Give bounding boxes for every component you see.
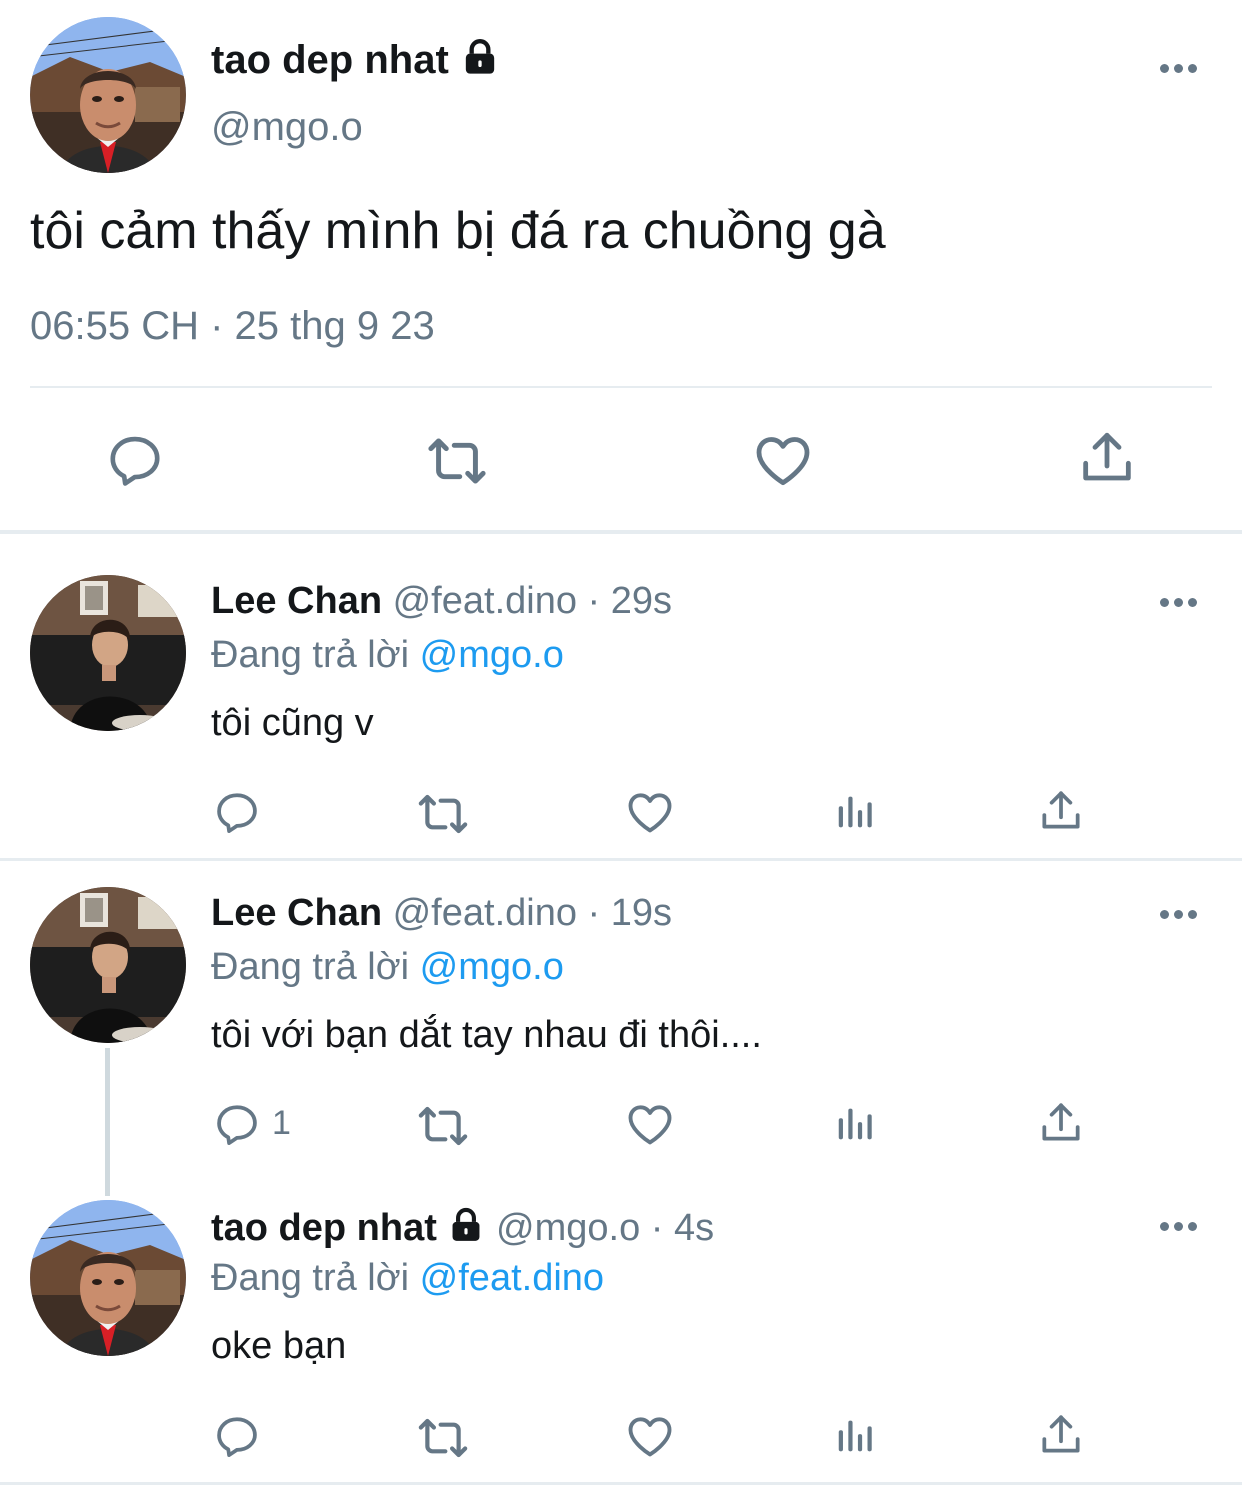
share-button[interactable] <box>1075 426 1139 490</box>
replying-to-line: Đang trả lời @mgo.o <box>211 944 564 990</box>
replying-to-line: Đang trả lời @mgo.o <box>211 632 564 678</box>
reply-icon <box>212 1412 262 1462</box>
retweet-icon <box>424 428 490 494</box>
replying-label: Đang trả lời <box>211 1257 410 1299</box>
reply-header: Lee Chan @feat.dino · 29s <box>211 578 672 624</box>
author-handle[interactable]: @mgo.o <box>496 1207 640 1249</box>
like-icon <box>624 786 676 838</box>
views-button[interactable] <box>833 788 879 836</box>
like-button[interactable] <box>624 786 676 838</box>
author-name[interactable]: Lee Chan <box>211 580 382 622</box>
like-button[interactable] <box>624 1098 676 1150</box>
tweet-text: tôi cảm thấy mình bị đá ra chuồng gà <box>30 202 886 260</box>
divider <box>0 1482 1242 1485</box>
reply-text: oke bạn <box>211 1325 347 1367</box>
like-button[interactable] <box>751 428 815 492</box>
reply-text: tôi với bạn dắt tay nhau đi thôi.... <box>211 1014 762 1056</box>
reply-button[interactable] <box>212 1100 262 1150</box>
more-options-icon[interactable] <box>1160 596 1200 608</box>
author-handle[interactable]: @feat.dino <box>393 580 577 622</box>
thread-line <box>105 1048 110 1196</box>
reply-header: Lee Chan @feat.dino · 19s <box>211 890 672 936</box>
reply-time: · 19s <box>587 892 673 934</box>
stats-icon <box>833 1100 879 1148</box>
avatar[interactable] <box>30 887 186 1043</box>
lee-chan-avatar <box>30 575 186 731</box>
avatar[interactable] <box>30 575 186 731</box>
share-button[interactable] <box>1036 1098 1086 1148</box>
like-icon <box>624 1098 676 1150</box>
retweet-button[interactable] <box>415 1410 471 1466</box>
stats-icon <box>833 788 879 836</box>
avatar[interactable] <box>30 1200 186 1356</box>
views-button[interactable] <box>833 1412 879 1460</box>
tweet-timestamp: 06:55 CH · 25 thg 9 23 <box>30 304 435 348</box>
reply-icon <box>212 788 262 838</box>
author-name[interactable]: tao dep nhat <box>211 38 449 82</box>
replying-label: Đang trả lời <box>211 946 410 988</box>
reply-count: 1 <box>272 1104 291 1142</box>
reply-button[interactable] <box>212 788 262 838</box>
views-button[interactable] <box>833 1100 879 1148</box>
reply-button[interactable] <box>104 430 166 492</box>
reply-icon <box>212 1100 262 1150</box>
divider <box>0 858 1242 861</box>
mr-bean-avatar <box>30 17 186 173</box>
share-button[interactable] <box>1036 1410 1086 1460</box>
like-icon <box>624 1410 676 1462</box>
retweet-icon <box>415 1410 471 1466</box>
retweet-button[interactable] <box>424 428 490 494</box>
share-icon <box>1036 786 1086 836</box>
share-button[interactable] <box>1036 786 1086 836</box>
divider <box>0 530 1242 534</box>
stats-icon <box>833 1412 879 1460</box>
reply-header: tao dep nhat @mgo.o · 4s <box>211 1205 714 1251</box>
replying-to-link[interactable]: @mgo.o <box>420 946 564 988</box>
replying-label: Đang trả lời <box>211 634 410 676</box>
replying-to-line: Đang trả lời @feat.dino <box>211 1255 604 1301</box>
retweet-icon <box>415 1098 471 1154</box>
author-line: tao dep nhat <box>211 36 500 84</box>
share-icon <box>1036 1410 1086 1460</box>
share-icon <box>1036 1098 1086 1148</box>
lee-chan-avatar <box>30 887 186 1043</box>
reply-time: · 4s <box>650 1207 715 1249</box>
replying-to-link[interactable]: @feat.dino <box>420 1257 604 1299</box>
share-icon <box>1075 426 1139 490</box>
mr-bean-avatar <box>30 1200 186 1356</box>
lock-icon <box>447 1206 485 1244</box>
more-options-icon[interactable] <box>1160 62 1200 74</box>
lock-icon <box>460 37 500 77</box>
divider <box>30 386 1212 388</box>
reply-time: · 29s <box>587 580 673 622</box>
author-handle[interactable]: @mgo.o <box>211 103 363 151</box>
more-options-icon[interactable] <box>1160 1220 1200 1232</box>
author-handle[interactable]: @feat.dino <box>393 892 577 934</box>
reply-button[interactable] <box>212 1412 262 1462</box>
reply-text: tôi cũng v <box>211 702 374 744</box>
author-name[interactable]: tao dep nhat <box>211 1207 437 1249</box>
like-button[interactable] <box>624 1410 676 1462</box>
replying-to-link[interactable]: @mgo.o <box>420 634 564 676</box>
avatar[interactable] <box>30 17 186 173</box>
retweet-button[interactable] <box>415 1098 471 1154</box>
retweet-button[interactable] <box>415 786 471 842</box>
more-options-icon[interactable] <box>1160 908 1200 920</box>
like-icon <box>751 428 815 492</box>
reply-icon <box>104 430 166 492</box>
author-name[interactable]: Lee Chan <box>211 892 382 934</box>
retweet-icon <box>415 786 471 842</box>
